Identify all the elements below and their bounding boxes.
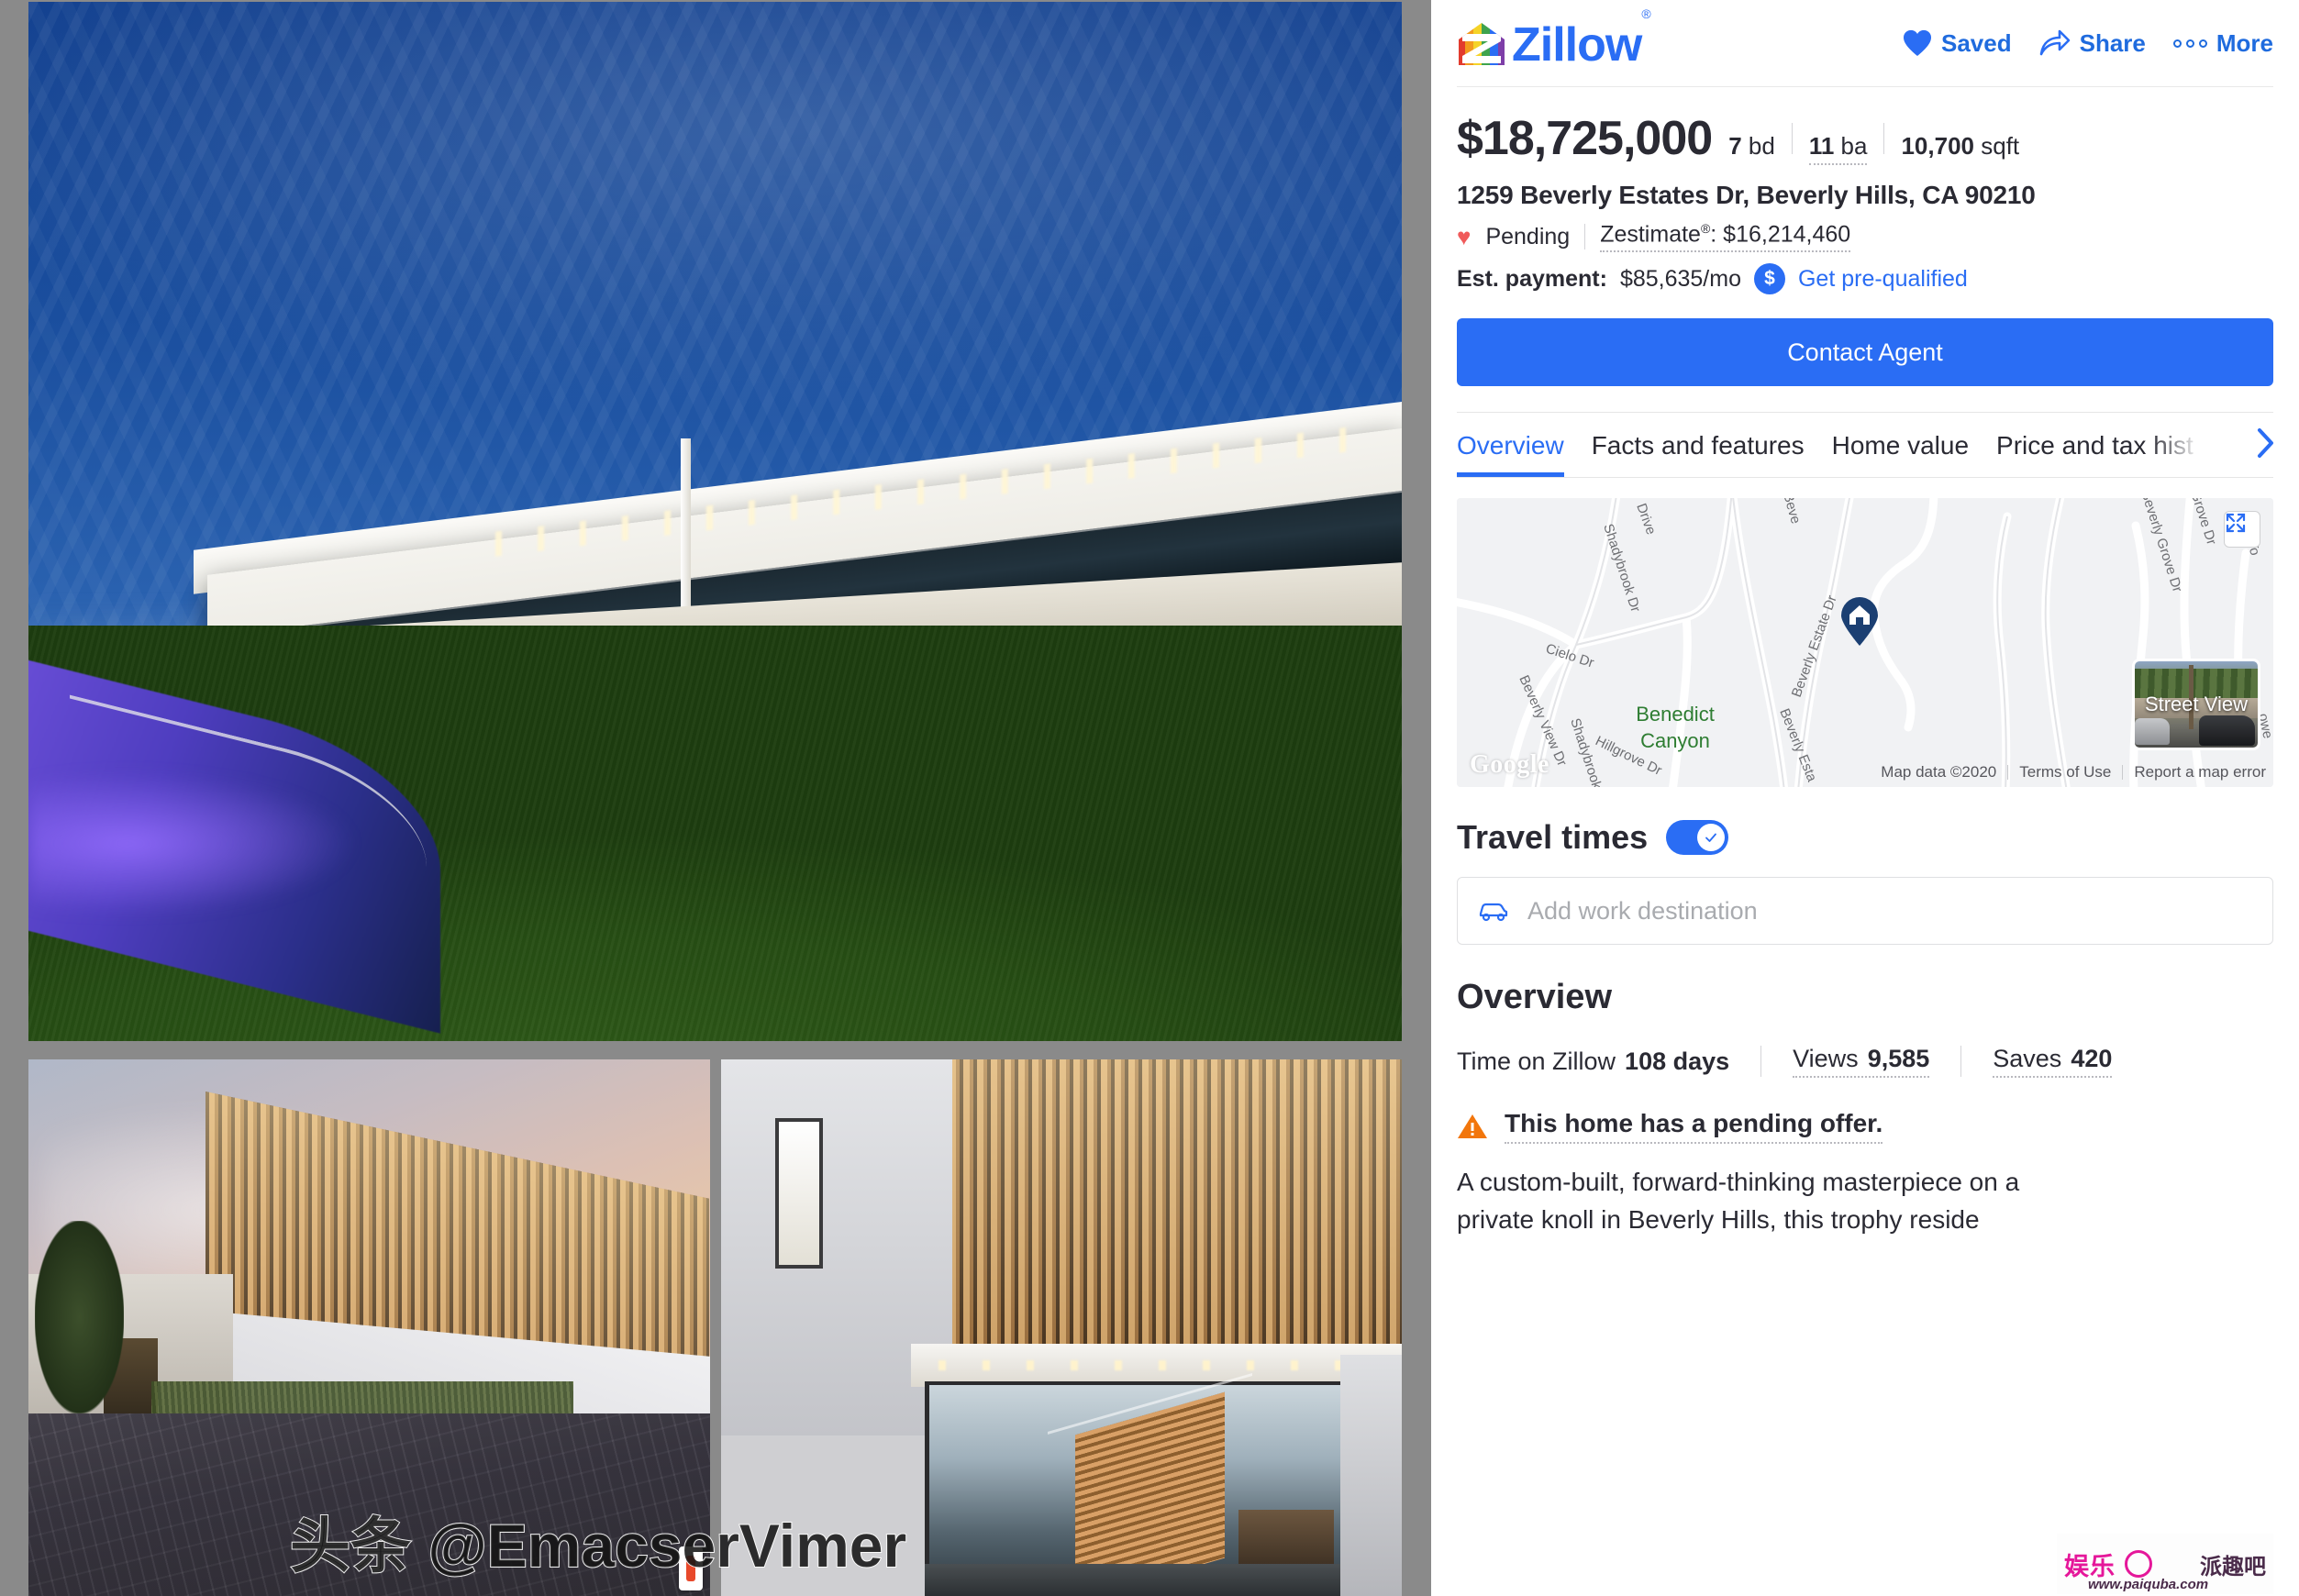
price-facts-row: $18,725,000 7 bd 11 ba 10,700 sqft	[1457, 87, 2273, 166]
description-line-1: A custom-built, forward-thinking masterp…	[1457, 1168, 2020, 1197]
est-payment-value: $85,635/mo	[1619, 265, 1741, 292]
listing-price: $18,725,000	[1457, 112, 1713, 165]
zestimate[interactable]: Zestimate®: $16,214,460	[1600, 221, 1851, 253]
hero-photo[interactable]	[28, 2, 1402, 1041]
divider	[1584, 224, 1586, 250]
chevron-right-icon	[2258, 428, 2273, 459]
travel-times-toggle[interactable]	[1666, 820, 1729, 856]
est-payment-label: Est. payment:	[1457, 265, 1607, 292]
expand-arrows-icon	[2226, 514, 2246, 533]
overview-title: Overview	[1457, 978, 1612, 1017]
tree	[35, 1220, 124, 1414]
zillow-logo[interactable]: Zillow®	[1457, 6, 1651, 72]
terms-of-use-link[interactable]: Terms of Use	[2019, 763, 2111, 781]
divider	[2007, 765, 2009, 781]
divider	[1791, 123, 1793, 154]
check-icon	[1697, 824, 1726, 852]
header-actions: Saved Share More	[1903, 29, 2273, 58]
three-dots-icon	[2172, 39, 2207, 48]
get-prequalified-link[interactable]: Get pre-qualified	[1798, 266, 1968, 293]
thumbnail-photo-1[interactable]	[28, 1059, 710, 1596]
report-map-error-link[interactable]: Report a map error	[2134, 763, 2266, 781]
work-destination-input[interactable]	[1527, 896, 2252, 925]
divider	[2122, 765, 2124, 781]
paver-driveway	[28, 1413, 710, 1596]
saved-label: Saved	[1941, 28, 2012, 57]
more-label: More	[2216, 28, 2273, 57]
baths-fact[interactable]: 11 ba	[1808, 132, 1868, 165]
map-attribution: Map data ©2020 Terms of Use Report a map…	[1881, 763, 2266, 781]
work-destination-field[interactable]	[1457, 877, 2273, 946]
soffit-lights	[938, 1359, 1389, 1371]
svg-text:Benedict: Benedict	[1636, 703, 1715, 726]
tabs-underline	[1457, 477, 2273, 479]
pool-lighting-glow	[28, 770, 359, 917]
tabs-container: Overview Facts and features Home value P…	[1457, 412, 2284, 479]
map-data-label: Map data ©2020	[1881, 763, 1997, 781]
interior-furniture	[1238, 1510, 1334, 1569]
tab-price-and-tax-history[interactable]: Price and tax hist	[1996, 431, 2193, 477]
right-wall	[1340, 1354, 1402, 1596]
travel-times-header: Travel times	[1457, 818, 2273, 857]
tab-overview[interactable]: Overview	[1457, 431, 1564, 478]
travel-times-title: Travel times	[1457, 818, 1649, 857]
saved-button[interactable]: Saved	[1903, 29, 2012, 58]
stat-saves[interactable]: Saves 420	[1993, 1045, 2113, 1079]
street-view-thumbnail[interactable]: Street View	[2132, 659, 2260, 751]
more-button[interactable]: More	[2172, 28, 2273, 58]
tab-facts-and-features[interactable]: Facts and features	[1592, 431, 1805, 477]
stat-views[interactable]: Views 9,585	[1793, 1045, 1930, 1079]
warning-triangle-icon	[1458, 1114, 1487, 1139]
divider	[1883, 123, 1885, 154]
listing-description: A custom-built, forward-thinking masterp…	[1457, 1164, 2273, 1238]
divider	[1960, 1046, 1962, 1078]
listing-address: 1259 Beverly Estates Dr, Beverly Hills, …	[1457, 181, 2036, 209]
share-label: Share	[2079, 28, 2146, 57]
heart-filled-icon	[1903, 29, 1932, 56]
divider	[1760, 1046, 1762, 1078]
wall-light-panel	[774, 1118, 823, 1269]
photo-marker-icon	[678, 1546, 703, 1590]
tabs-next-button[interactable]	[2248, 425, 2284, 462]
description-line-2: private knoll in Beverly Hills, this tro…	[1457, 1204, 1980, 1234]
status-badge: Pending	[1485, 223, 1571, 249]
contact-agent-button[interactable]: Contact Agent	[1457, 318, 2273, 387]
zillow-pride-house-icon	[1459, 23, 1505, 65]
tab-home-value[interactable]: Home value	[1832, 431, 1969, 477]
share-button[interactable]: Share	[2039, 29, 2146, 58]
entry-floor	[925, 1563, 1355, 1596]
thumbnail-row	[28, 1059, 1402, 1596]
payment-row: Est. payment: $85,635/mo $ Get pre-quali…	[1457, 263, 2273, 295]
dollar-circle-icon: $	[1753, 263, 1785, 295]
svg-text:Canyon: Canyon	[1640, 729, 1710, 752]
zillow-listing-page: Zillow® Saved Share More $18,725,000 7 b…	[0, 0, 2299, 1596]
facade-warm-glow	[945, 1059, 1402, 1388]
stat-time-on-zillow: Time on Zillow 108 days	[1457, 1047, 1730, 1075]
car-icon	[1479, 903, 1508, 922]
pending-offer-note[interactable]: This home has a pending offer.	[1457, 1109, 2273, 1145]
panel-header: Zillow® Saved Share More	[1457, 0, 2273, 87]
overview-stats: Time on Zillow 108 days Views 9,585 Saves 4…	[1457, 1045, 2273, 1079]
google-watermark: Google	[1470, 750, 1549, 780]
location-map[interactable]: Shadybrook Dr Drive Cielo Dr Beverly Vie…	[1457, 498, 2273, 788]
status-row: ♥ Pending Zestimate®: $16,214,460	[1457, 221, 2273, 253]
heart-red-icon: ♥	[1457, 223, 1472, 251]
tabs: Overview Facts and features Home value P…	[1457, 413, 2273, 478]
pending-offer-text: This home has a pending offer.	[1505, 1109, 1883, 1145]
home-pin-icon[interactable]	[1839, 597, 1880, 647]
listing-detail-panel: Zillow® Saved Share More $18,725,000 7 b…	[1431, 0, 2299, 1596]
sqft-fact: 10,700 sqft	[1901, 132, 2020, 160]
street-view-label: Street View	[2144, 693, 2249, 716]
thumbnail-photo-2[interactable]	[720, 1059, 1402, 1596]
zillow-wordmark: Zillow®	[1512, 6, 1651, 72]
share-arrow-icon	[2039, 29, 2070, 56]
map-expand-button[interactable]	[2224, 511, 2260, 549]
beds-fact: 7 bd	[1728, 132, 1775, 160]
photo-gallery	[0, 0, 1431, 1596]
